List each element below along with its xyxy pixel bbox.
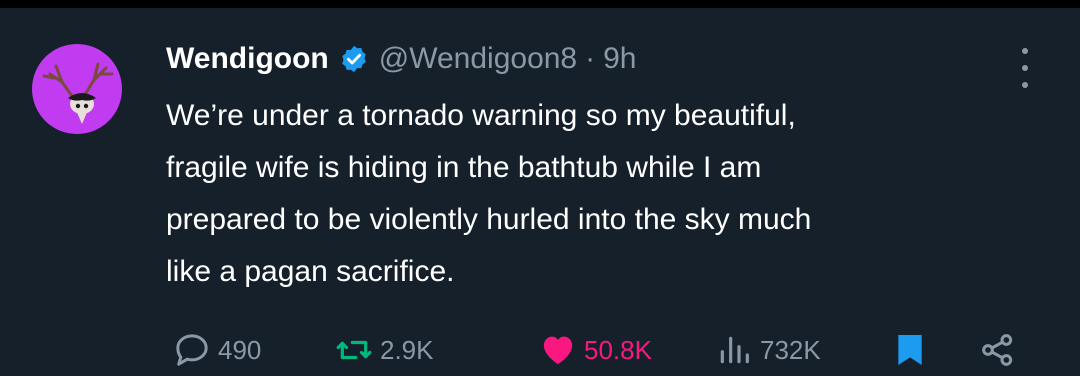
bookmark-button[interactable] <box>890 328 930 372</box>
action-bar: 490 2.9K 50.8K 732K <box>166 328 1036 372</box>
repost-icon <box>336 340 372 360</box>
repost-button[interactable]: 2.9K <box>334 328 434 372</box>
header-separator: · <box>585 42 596 75</box>
tweet-text-line: fragile wife is hiding in the bathtub wh… <box>166 151 762 184</box>
timestamp[interactable]: 9h <box>603 42 636 76</box>
views-icon <box>720 336 749 364</box>
deer-skull-avatar-icon <box>42 62 114 124</box>
verified-badge-icon <box>339 44 369 74</box>
like-count: 50.8K <box>584 334 652 365</box>
author-handle[interactable]: @Wendigoon8 <box>379 42 577 76</box>
views-button[interactable]: 732K <box>714 328 821 372</box>
tweet-text-line: We’re under a tornado warning so my beau… <box>166 99 796 132</box>
share-button[interactable] <box>978 328 1018 372</box>
heart-icon <box>543 336 573 365</box>
bookmark-icon <box>898 335 922 365</box>
reply-count: 490 <box>218 334 262 365</box>
tweet-text-line: like a pagan sacrifice. <box>166 255 455 288</box>
share-icon <box>982 334 1013 366</box>
reply-button[interactable]: 490 <box>172 328 261 372</box>
tweet-card[interactable]: Wendigoon @Wendigoon8 · 9h We’re under a… <box>0 8 1080 376</box>
avatar[interactable] <box>32 44 122 134</box>
more-vertical-icon[interactable] <box>1010 48 1040 88</box>
reply-icon <box>176 334 208 366</box>
author-name[interactable]: Wendigoon <box>166 42 329 76</box>
tweet-header: Wendigoon @Wendigoon8 · 9h <box>166 36 637 82</box>
views-count: 732K <box>760 334 821 365</box>
repost-count: 2.9K <box>380 334 434 365</box>
tweet-text: We’re under a tornado warning so my beau… <box>166 90 1046 298</box>
like-button[interactable]: 50.8K <box>538 328 652 372</box>
tweet-text-line: prepared to be violently hurled into the… <box>166 203 812 236</box>
